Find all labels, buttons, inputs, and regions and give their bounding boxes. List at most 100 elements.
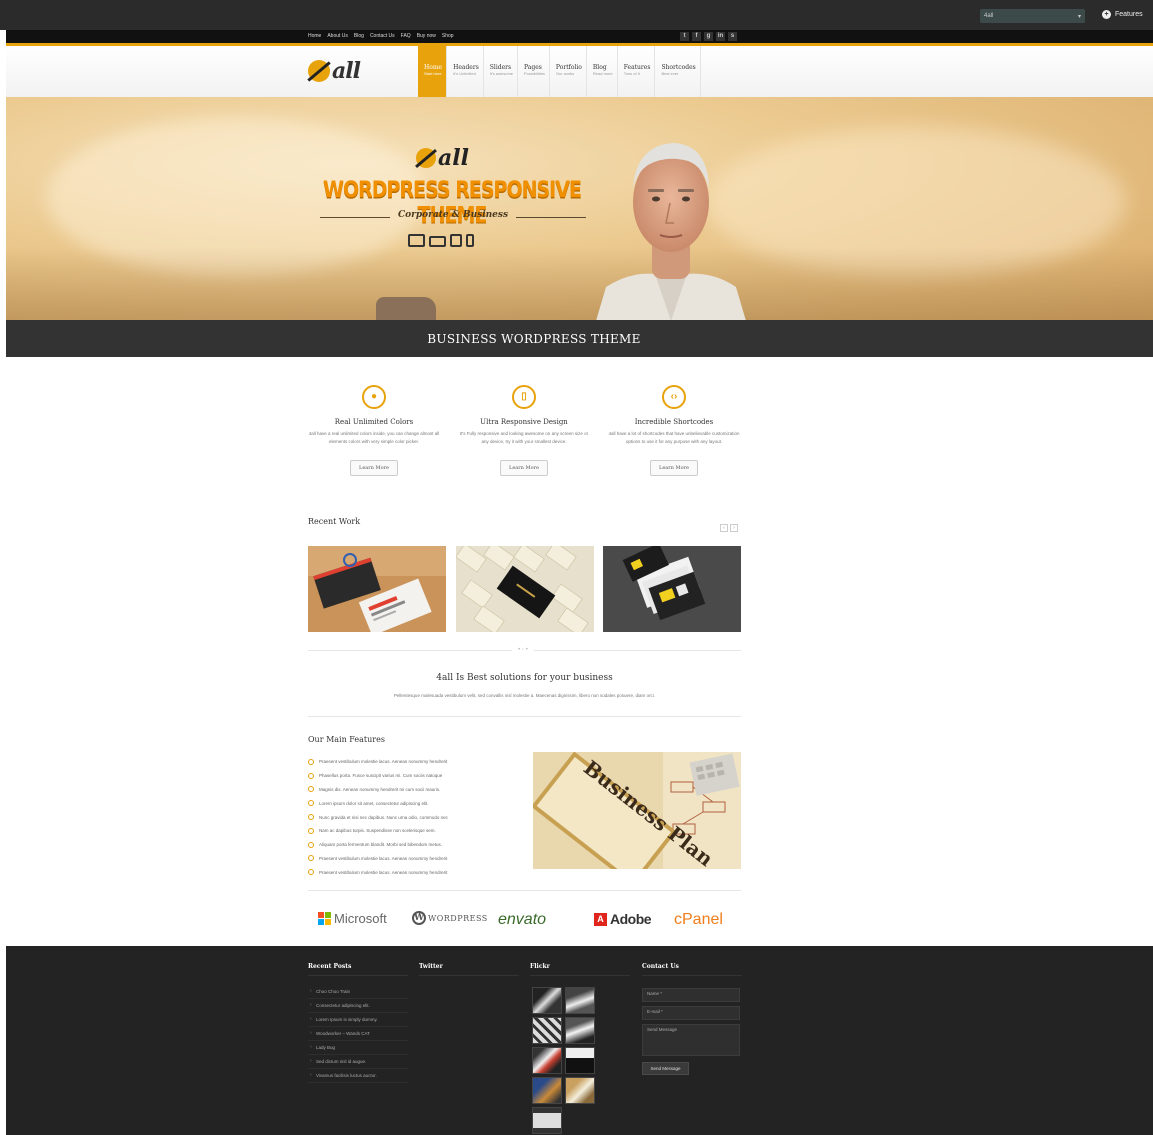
- wordpress-label: WORDPRESS: [428, 913, 488, 923]
- main-features-list: Praesent vestibulum molestie lacus. Aene…: [308, 755, 508, 879]
- nav-title: Shortcodes: [661, 64, 696, 71]
- chevron-down-icon[interactable]: ▾: [1078, 13, 1081, 21]
- adobe-icon: A: [594, 912, 607, 926]
- nav-sub: Tons of it: [623, 71, 640, 76]
- divider-line: [642, 975, 742, 976]
- post-link[interactable]: Lady Bug: [308, 1041, 408, 1055]
- contact-message-field[interactable]: Send Message: [642, 1024, 740, 1056]
- top-menu-about[interactable]: About Us: [327, 33, 348, 40]
- flickr-gallery: [532, 987, 595, 1134]
- feature-desc: 4all have a lot of shortcodes that have …: [608, 431, 740, 444]
- hero-logo-text: all: [438, 145, 469, 171]
- wordpress-logo[interactable]: W WORDPRESS: [412, 911, 488, 925]
- adobe-label: Adobe: [610, 911, 652, 927]
- flickr-thumb[interactable]: [565, 987, 595, 1014]
- google-plus-icon[interactable]: g: [704, 32, 713, 41]
- feature-title: Incredible Shortcodes: [634, 418, 714, 426]
- plus-circle-icon: +: [1102, 10, 1111, 19]
- flickr-thumb[interactable]: [532, 1017, 562, 1044]
- contact-name-field[interactable]: Name *: [642, 988, 740, 1002]
- top-menu-home[interactable]: Home: [308, 33, 321, 40]
- chevron-left-icon[interactable]: ‹: [720, 524, 728, 532]
- flickr-thumb[interactable]: [565, 1047, 595, 1074]
- envato-logo[interactable]: envato: [498, 911, 546, 929]
- portfolio-thumb-2[interactable]: [456, 546, 594, 632]
- circle-bullet-icon: [308, 800, 314, 807]
- envato-label: envato: [498, 911, 547, 928]
- list-item: Nam ac dapibus turpis. Suspendisse non s…: [308, 824, 508, 838]
- microsoft-logo[interactable]: Microsoft: [318, 911, 387, 926]
- top-menu-buy[interactable]: Buy now: [417, 33, 436, 40]
- send-message-button[interactable]: Send Message: [642, 1062, 689, 1075]
- nav-item-pages[interactable]: Pages Possibilities: [518, 46, 550, 98]
- top-menu-shop[interactable]: Shop: [442, 33, 454, 40]
- learn-more-button[interactable]: Learn More: [350, 460, 398, 476]
- post-link[interactable]: Woodworker – Wands CAT: [308, 1027, 408, 1041]
- footer-recent-posts-title: Recent Posts: [308, 963, 352, 970]
- nav-item-blog[interactable]: Blog Read more: [587, 46, 618, 98]
- nav-title: Headers: [453, 64, 479, 71]
- list-item-text: Lorem ipsum dolor sit amet, consectetur …: [319, 800, 429, 806]
- skype-icon[interactable]: s: [728, 32, 737, 41]
- learn-more-button[interactable]: Learn More: [650, 460, 698, 476]
- tagline-text: Pellentesque malesuada vestibulum velit,…: [393, 693, 656, 698]
- nav-item-portfolio[interactable]: Portfolio Our works: [550, 46, 587, 98]
- post-link[interactable]: Sed dictum nisl id augue.: [308, 1055, 408, 1069]
- portfolio-thumb-1[interactable]: [308, 546, 446, 632]
- top-menu-blog[interactable]: Blog: [354, 33, 364, 40]
- twitter-icon[interactable]: t: [680, 32, 689, 41]
- portrait-image: [596, 143, 746, 321]
- site-logo[interactable]: all: [308, 57, 361, 85]
- nav-item-home[interactable]: Home Start here: [418, 46, 448, 98]
- portfolio-thumb-3[interactable]: [603, 546, 741, 632]
- footer-flickr-title: Flickr: [530, 963, 550, 970]
- list-item-text: Praesent vestibulum molestie lacus. Aene…: [319, 869, 448, 875]
- learn-more-button[interactable]: Learn More: [500, 460, 548, 476]
- nav-sub: Start here: [424, 71, 442, 76]
- post-link[interactable]: Consectetur adipiscing elit.: [308, 999, 408, 1013]
- feature-colors: ● Real Unlimited Colors 4all have a real…: [304, 385, 444, 476]
- list-item-text: Praesent vestibulum molestie lacus. Aene…: [319, 855, 448, 861]
- list-item-text: Nunc gravida et nisi nec dapibus. Nunc u…: [319, 814, 448, 820]
- top-menu-contact[interactable]: Contact Us: [370, 33, 395, 40]
- list-item: Praesent vestibulum molestie lacus. Aene…: [308, 852, 508, 866]
- feature-title: Real Unlimited Colors: [334, 418, 414, 426]
- main-nav: Home Start here Headers It's Unlimited S…: [418, 46, 701, 98]
- top-menu-faq[interactable]: FAQ: [401, 33, 411, 40]
- admin-search-input[interactable]: 4all ▾: [980, 9, 1085, 23]
- list-item: Praesent vestibulum molestie lacus. Aene…: [308, 755, 508, 769]
- adobe-logo[interactable]: A Adobe: [594, 911, 652, 927]
- flickr-thumb[interactable]: [565, 1077, 595, 1104]
- linkedin-icon[interactable]: in: [716, 32, 725, 41]
- top-menu: Home About Us Blog Contact Us FAQ Buy no…: [308, 33, 454, 40]
- list-item: Praesent vestibulum molestie lacus. Aene…: [308, 865, 508, 879]
- facebook-icon[interactable]: f: [692, 32, 701, 41]
- admin-search-value: 4all: [984, 13, 994, 19]
- desktop-icon: [408, 234, 425, 247]
- flickr-thumb[interactable]: [532, 1077, 562, 1104]
- flickr-thumb[interactable]: [532, 987, 562, 1014]
- site-header: all Home Start here Headers It's Unlimit…: [6, 46, 1153, 98]
- flickr-thumb[interactable]: [565, 1017, 595, 1044]
- cpanel-label: cPanel: [674, 911, 723, 928]
- divider-ornament: • ◦ •: [512, 647, 534, 653]
- nav-item-sliders[interactable]: Sliders It's awesome: [484, 46, 519, 98]
- chevron-right-icon[interactable]: ›: [730, 524, 738, 532]
- cpanel-logo[interactable]: cPanel: [674, 911, 723, 929]
- flickr-thumb[interactable]: [532, 1047, 562, 1074]
- feature-responsive: ▯ Ultra Responsive Design It's Fully res…: [454, 385, 594, 476]
- nav-sub: Best ever: [661, 71, 679, 76]
- post-link[interactable]: Lorem Ipsum is simply dummy.: [308, 1013, 408, 1027]
- nav-item-headers[interactable]: Headers It's Unlimited: [447, 46, 484, 98]
- contact-email-field[interactable]: E-mail *: [642, 1006, 740, 1020]
- post-link[interactable]: Choo Choo Train: [308, 985, 408, 999]
- feature-desc: It's Fully responsive and looking awesom…: [459, 431, 589, 444]
- post-link[interactable]: Vivamus facilisis luctus auctor.: [308, 1069, 408, 1083]
- admin-features-link[interactable]: + Features: [1102, 10, 1143, 19]
- hero-slider[interactable]: all WORDPRESS RESPONSIVE THEME Corporate…: [6, 97, 1153, 321]
- flickr-thumb[interactable]: [532, 1107, 562, 1134]
- tablet-icon: [450, 234, 462, 247]
- logo-text: all: [332, 58, 361, 84]
- nav-item-shortcodes[interactable]: Shortcodes Best ever: [655, 46, 701, 98]
- nav-item-features[interactable]: Features Tons of it: [618, 46, 656, 98]
